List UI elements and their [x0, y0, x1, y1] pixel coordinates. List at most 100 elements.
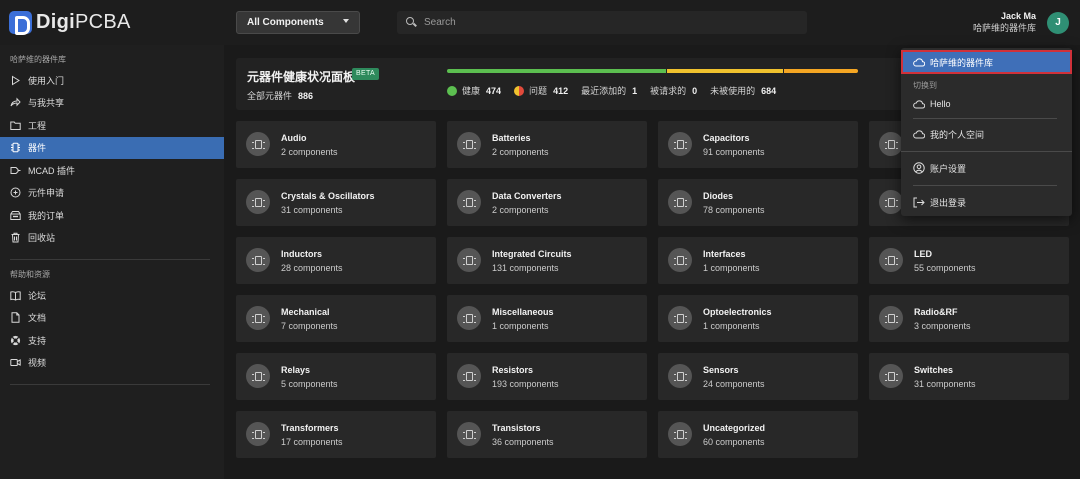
category-card[interactable]: Uncategorized 60 components [658, 411, 858, 458]
search-input[interactable] [424, 15, 794, 30]
category-count: 3 components [914, 321, 971, 331]
sidebar-item[interactable]: 支持 [0, 329, 224, 352]
sidebar-item[interactable]: 视频 [0, 352, 224, 375]
sidebar-item[interactable]: 工程 [0, 114, 224, 137]
component-filter-value: All Components [247, 17, 324, 28]
orders-icon [10, 210, 21, 221]
trash-icon [10, 232, 21, 243]
category-card[interactable]: Capacitors 91 components [658, 121, 858, 168]
component-chip-icon [879, 132, 903, 156]
user-info[interactable]: Jack Ma 哈萨维的器件库 [973, 10, 1036, 34]
category-count: 24 components [703, 379, 765, 389]
sidebar-item[interactable]: 器件 [0, 136, 224, 159]
category-count: 5 components [281, 379, 338, 389]
category-card[interactable]: Transformers 17 components [236, 411, 436, 458]
category-card[interactable]: Transistors 36 components [447, 411, 647, 458]
top-bar: DigiPCBA All Components Jack Ma 哈萨维的器件库 … [0, 0, 1080, 45]
category-count: 1 components [703, 321, 760, 331]
menu-item-label: 哈萨维的器件库 [930, 57, 994, 68]
category-name: LED [914, 249, 932, 259]
menu-divider [913, 185, 1057, 186]
share-icon [10, 97, 21, 108]
category-card[interactable]: Sensors 24 components [658, 353, 858, 400]
category-card[interactable]: Diodes 78 components [658, 179, 858, 226]
component-chip-icon [879, 306, 903, 330]
category-card[interactable]: Audio 2 components [236, 121, 436, 168]
sidebar-item[interactable]: 回收站 [0, 227, 224, 250]
folder-icon [10, 120, 21, 131]
menu-item-logout[interactable]: 退出登录 [901, 190, 1072, 214]
sidebar-item[interactable]: 文档 [0, 307, 224, 330]
category-name: Uncategorized [703, 423, 766, 433]
requested-label[interactable]: 被请求的 [650, 84, 686, 97]
category-card[interactable]: Data Converters 2 components [447, 179, 647, 226]
category-count: 31 components [281, 205, 343, 215]
issues-status-icon [514, 85, 525, 96]
menu-divider [901, 151, 1072, 152]
category-card[interactable]: Optoelectronics 1 components [658, 295, 858, 342]
document-icon [10, 312, 21, 323]
recent-label[interactable]: 最近添加的 [581, 84, 626, 97]
menu-item-current-library[interactable]: 哈萨维的器件库 [901, 50, 1072, 74]
category-card[interactable]: LED 55 components [869, 237, 1069, 284]
category-name: Inductors [281, 249, 323, 259]
category-name: Relays [281, 365, 311, 375]
category-card[interactable]: Interfaces 1 components [658, 237, 858, 284]
component-filter-dropdown[interactable]: All Components [236, 11, 360, 34]
category-count: 2 components [492, 205, 549, 215]
category-card[interactable]: Resistors 193 components [447, 353, 647, 400]
category-name: Batteries [492, 133, 531, 143]
component-chip-icon [246, 132, 270, 156]
total-components: 全部元器件 886 [247, 89, 313, 102]
menu-item-label: Hello [930, 99, 951, 109]
component-chip-icon [879, 364, 903, 388]
sidebar-item-label: 元件申请 [28, 188, 65, 199]
sidebar-item[interactable]: 元件申请 [0, 182, 224, 205]
switch-to-label: 切换到 [913, 81, 937, 90]
category-card[interactable]: Mechanical 7 components [236, 295, 436, 342]
unused-value: 684 [761, 85, 777, 96]
category-card[interactable]: Batteries 2 components [447, 121, 647, 168]
sidebar-item-label: 我的订单 [28, 210, 65, 221]
component-chip-icon [246, 190, 270, 214]
healthy-status-icon [447, 85, 457, 96]
menu-divider [913, 118, 1057, 119]
healthy-label: 健康 [462, 86, 481, 96]
menu-item-account-settings[interactable]: 账户设置 [901, 156, 1072, 180]
avatar[interactable]: J [1047, 12, 1069, 34]
category-count: 78 components [703, 205, 765, 215]
category-card[interactable]: Relays 5 components [236, 353, 436, 400]
app-logo[interactable]: DigiPCBA [9, 11, 131, 35]
component-chip-icon [457, 132, 481, 156]
component-chip-icon [246, 248, 270, 272]
component-chip-icon [246, 364, 270, 388]
category-name: Interfaces [703, 249, 746, 259]
menu-item-personal-space[interactable]: 我的个人空间 [901, 122, 1072, 146]
search-bar[interactable] [397, 11, 807, 34]
category-card[interactable]: Switches 31 components [869, 353, 1069, 400]
sidebar-item-label: 工程 [28, 120, 47, 131]
category-count: 17 components [281, 437, 343, 447]
category-name: Transistors [492, 423, 541, 433]
category-count: 131 components [492, 263, 559, 273]
unused-label[interactable]: 未被使用的 [710, 84, 755, 97]
sidebar-item[interactable]: 我的订单 [0, 204, 224, 227]
category-card[interactable]: Integrated Circuits 131 components [447, 237, 647, 284]
category-card[interactable]: Miscellaneous 1 components [447, 295, 647, 342]
menu-item-hello[interactable]: Hello [901, 92, 1072, 116]
sidebar-item[interactable]: MCAD 插件 [0, 159, 224, 182]
category-name: Data Converters [492, 191, 562, 201]
category-card[interactable]: Crystals & Oscillators 31 components [236, 179, 436, 226]
sidebar-nav-help: 论坛 文档 支持视频 [0, 284, 224, 374]
sidebar-item[interactable]: 论坛 [0, 284, 224, 307]
sidebar-item[interactable]: 与我共享 [0, 92, 224, 115]
user-circle-icon [913, 162, 925, 174]
component-chip-icon [879, 190, 903, 214]
sidebar: 哈萨维的器件库 使用入门 与我共享 工程 器件 MCAD 插件 元件申请 我的订单 回收站 帮… [0, 45, 224, 479]
category-count: 28 components [281, 263, 343, 273]
sidebar-item-label: 视频 [28, 358, 47, 369]
search-icon [406, 17, 414, 25]
category-card[interactable]: Radio&RF 3 components [869, 295, 1069, 342]
sidebar-item[interactable]: 使用入门 [0, 69, 224, 92]
category-card[interactable]: Inductors 28 components [236, 237, 436, 284]
